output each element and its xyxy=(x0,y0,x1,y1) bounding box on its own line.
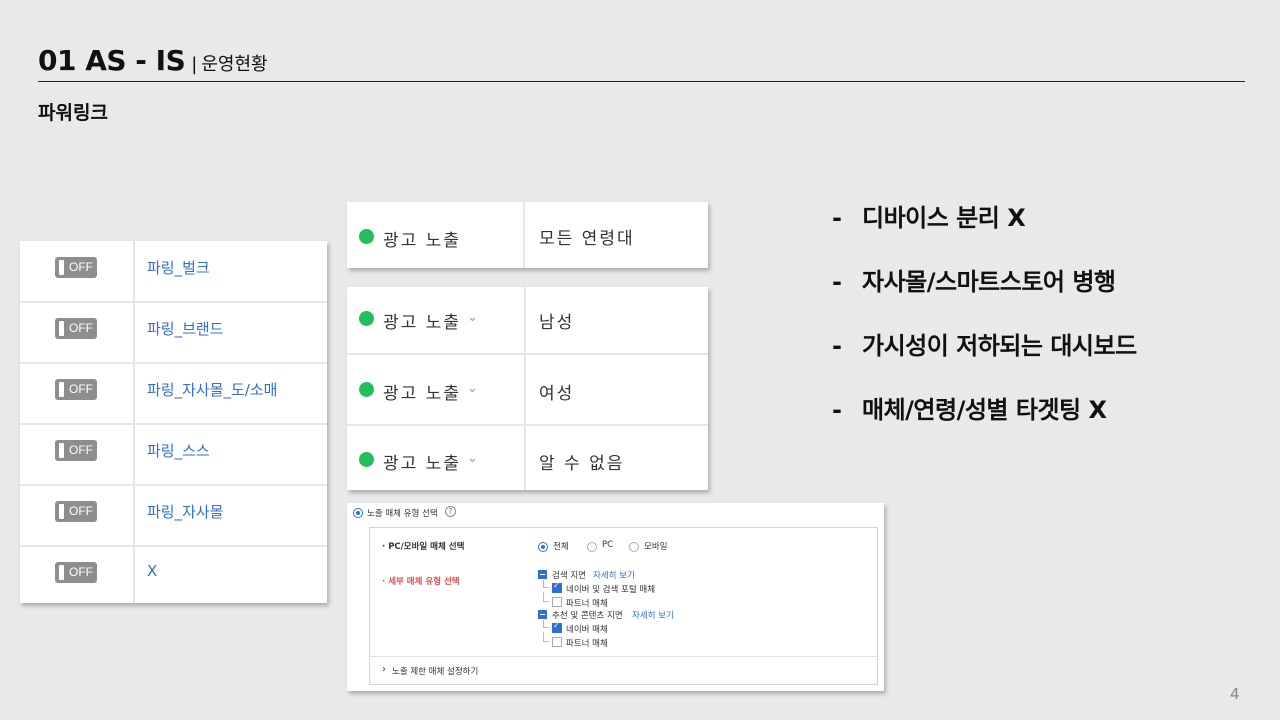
exposure-status: 광고 노출 xyxy=(383,231,461,251)
gender-value: 남성 xyxy=(539,313,575,333)
media-type-radio[interactable] xyxy=(353,508,363,518)
campaign-row: OFF 파링_자사몰 xyxy=(20,485,327,547)
exposure-status-dropdown[interactable]: 광고 노출 xyxy=(383,308,461,333)
option-mobile-label: 모바일 xyxy=(644,542,668,552)
tree-connector xyxy=(543,592,549,602)
chevron-right-icon[interactable]: › xyxy=(382,664,386,675)
bullet-dash: - xyxy=(832,332,842,360)
title-divider xyxy=(38,81,1245,82)
campaign-link[interactable]: X xyxy=(147,562,157,580)
option-pc-radio[interactable] xyxy=(587,542,597,552)
search-detail-link[interactable]: 자세히 보기 xyxy=(593,569,635,581)
title-subtitle: 운영현황 xyxy=(201,54,268,75)
off-toggle[interactable]: OFF xyxy=(55,379,97,400)
recommend-partner-label: 파트너 매체 xyxy=(566,639,608,649)
campaign-link[interactable]: 파링_자사몰_도/소매 xyxy=(147,379,277,400)
bullet-text: 디바이스 분리 X xyxy=(862,204,1026,232)
detail-media-label: · 세부 매체 유형 선택 xyxy=(382,577,460,587)
chevron-down-icon[interactable]: ⌄ xyxy=(467,381,478,396)
media-type-settings-panel: 노출 매체 유형 선택 ? · PC/모바일 매체 선택 전체 PC 모바일 ·… xyxy=(347,503,884,691)
bullet-text: 가시성이 저하되는 대시보드 xyxy=(862,332,1137,360)
bullet-item: - 디바이스 분리 X xyxy=(832,198,1026,233)
page-number: 4 xyxy=(1230,685,1240,703)
slide-title: 01 AS - IS | 운영현황 xyxy=(38,44,268,77)
section-title: 파워링크 xyxy=(38,102,108,124)
row-divider xyxy=(347,424,708,426)
chevron-down-icon[interactable]: ⌄ xyxy=(467,451,478,466)
title-main: 01 AS - IS xyxy=(38,44,186,77)
search-group-checkbox[interactable] xyxy=(538,570,547,579)
recommend-detail-link[interactable]: 자세히 보기 xyxy=(632,609,674,621)
naver-media-checkbox[interactable] xyxy=(552,621,562,633)
campaign-toggle-list: OFF 파링_벌크 OFF 파링_브랜드 OFF 파링_자사몰_도/소매 OFF… xyxy=(20,241,327,603)
campaign-link[interactable]: 파링_브랜드 xyxy=(147,318,224,339)
naver-search-label: 네이버 및 검색 포털 매체 xyxy=(566,585,656,595)
off-toggle[interactable]: OFF xyxy=(55,562,97,583)
campaign-link[interactable]: 파링_자사몰 xyxy=(147,501,224,522)
option-mobile-radio[interactable] xyxy=(629,542,639,552)
recommend-group-label: 추천 및 콘텐츠 지면 xyxy=(552,611,623,621)
naver-search-checkbox[interactable] xyxy=(552,581,562,593)
bullet-dash: - xyxy=(832,268,842,296)
age-value: 모든 연령대 xyxy=(539,229,635,249)
bullet-item: - 가시성이 저하되는 대시보드 xyxy=(832,326,1137,361)
campaign-row: OFF X xyxy=(20,546,327,606)
campaign-row: OFF 파링_스스 xyxy=(20,424,327,486)
cell-divider xyxy=(523,202,525,268)
bullet-dash: - xyxy=(832,396,842,424)
chevron-down-icon[interactable]: ⌄ xyxy=(467,310,478,325)
status-dot-icon xyxy=(359,311,374,326)
search-group-label: 검색 지면 xyxy=(552,571,586,581)
age-exposure-card: 광고 노출 모든 연령대 xyxy=(347,202,708,268)
title-separator: | xyxy=(191,54,198,75)
campaign-link[interactable]: 파링_스스 xyxy=(147,440,210,461)
section-divider xyxy=(370,656,877,657)
bullet-item: - 자사몰/스마트스토어 병행 xyxy=(832,262,1116,297)
panel-header: 노출 매체 유형 선택 xyxy=(367,509,438,519)
option-all-radio[interactable] xyxy=(538,542,548,552)
gender-value: 알 수 없음 xyxy=(539,454,625,474)
search-partner-label: 파트너 매체 xyxy=(566,599,608,609)
bullet-dash: - xyxy=(832,204,842,232)
settings-box: · PC/모바일 매체 선택 전체 PC 모바일 · 세부 매체 유형 선택 검… xyxy=(369,527,878,685)
bullet-item: - 매체/연령/성별 타겟팅 X xyxy=(832,390,1107,425)
option-pc-label: PC xyxy=(602,540,614,550)
bullet-text: 자사몰/스마트스토어 병행 xyxy=(862,268,1116,296)
cell-divider xyxy=(524,287,526,490)
bullet-text: 매체/연령/성별 타겟팅 X xyxy=(862,396,1107,424)
naver-media-label: 네이버 매체 xyxy=(566,625,608,635)
recommend-group-checkbox[interactable] xyxy=(538,610,547,619)
status-dot-icon xyxy=(359,229,374,244)
campaign-row: OFF 파링_자사몰_도/소매 xyxy=(20,363,327,425)
off-toggle[interactable]: OFF xyxy=(55,257,97,278)
help-icon[interactable]: ? xyxy=(445,506,456,517)
row-divider xyxy=(347,353,708,355)
exposure-status-dropdown[interactable]: 광고 노출 xyxy=(383,449,461,474)
option-all-label: 전체 xyxy=(553,542,569,552)
gender-value: 여성 xyxy=(539,384,575,404)
status-dot-icon xyxy=(359,382,374,397)
tree-connector xyxy=(543,632,549,642)
campaign-link[interactable]: 파링_벌크 xyxy=(147,257,210,278)
campaign-row: OFF 파링_벌크 xyxy=(20,241,327,303)
gender-exposure-card: 광고 노출 ⌄ 남성 광고 노출 ⌄ 여성 광고 노출 ⌄ 알 수 없음 xyxy=(347,287,708,490)
search-partner-checkbox[interactable] xyxy=(552,597,562,607)
tree-connector xyxy=(543,620,549,628)
exclude-media-toggle[interactable]: 노출 제한 매체 설정하기 xyxy=(392,665,478,677)
campaign-row: OFF 파링_브랜드 xyxy=(20,302,327,364)
tree-connector xyxy=(543,580,549,588)
pc-mobile-label: · PC/모바일 매체 선택 xyxy=(382,542,465,552)
recommend-partner-checkbox[interactable] xyxy=(552,637,562,647)
off-toggle[interactable]: OFF xyxy=(55,318,97,339)
status-dot-icon xyxy=(359,452,374,467)
off-toggle[interactable]: OFF xyxy=(55,440,97,461)
exposure-status-dropdown[interactable]: 광고 노출 xyxy=(383,379,461,404)
off-toggle[interactable]: OFF xyxy=(55,501,97,522)
